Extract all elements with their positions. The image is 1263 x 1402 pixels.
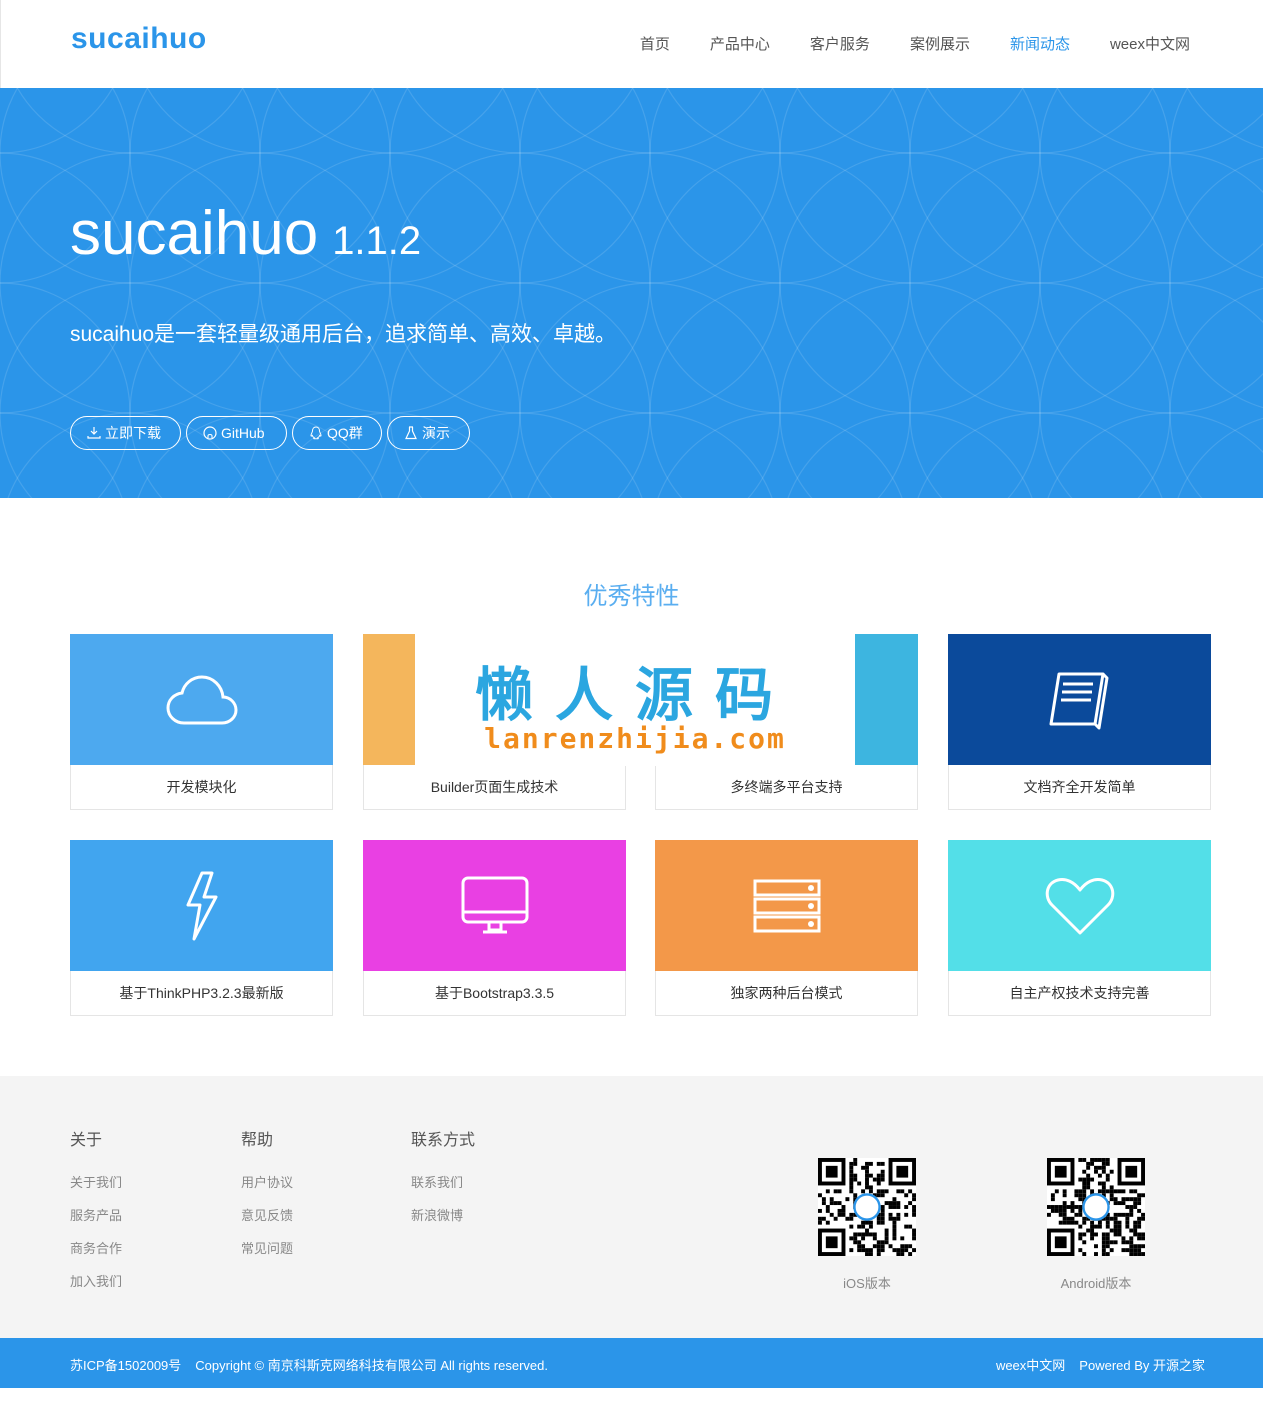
features-title: 优秀特性 (583, 583, 680, 610)
feature-card-banner (655, 840, 918, 971)
github-button[interactable]: GitHub (186, 416, 287, 450)
flask-icon (405, 426, 417, 440)
hero-version: 1.1.2 (332, 219, 422, 263)
feature-card-label: 独家两种后台模式 (730, 985, 843, 1001)
footer-about-title: 关于 (70, 1132, 103, 1149)
qq-group-button[interactable]: QQ群 (292, 416, 382, 450)
nav-cases[interactable]: 案例展示 (910, 33, 970, 54)
nav-products[interactable]: 产品中心 (710, 33, 770, 54)
cloud-icon (165, 674, 238, 724)
feature-card-banner (948, 840, 1211, 971)
watermark-domain: lanrenzhijia.com (484, 722, 786, 755)
footer-link-weibo[interactable]: 新浪微博 (411, 1205, 475, 1224)
github-button-label: GitHub (221, 425, 265, 441)
feature-card[interactable]: 独家两种后台模式 (655, 840, 918, 1016)
footer-link-agreement[interactable]: 用户协议 (241, 1172, 293, 1191)
feature-card-banner (70, 634, 333, 765)
feature-card-label: 自主产权技术支持完善 (1009, 985, 1150, 1001)
hero-subtitle: sucaihuo是一套轻量级通用后台，追求简单、高效、卓越。 (70, 323, 617, 346)
feature-card-label: 基于Bootstrap3.3.5 (434, 985, 555, 1001)
footer-link-feedback[interactable]: 意见反馈 (241, 1205, 293, 1224)
qr-android: Android版本 (1046, 1158, 1146, 1292)
footer-link-services[interactable]: 服务产品 (70, 1205, 122, 1224)
demo-button[interactable]: 演示 (387, 416, 470, 450)
nav-weex[interactable]: weex中文网 (1110, 33, 1190, 54)
footer-help-column: 帮助 用户协议 意见反馈 常见问题 (241, 1126, 293, 1271)
feature-card-label: 基于ThinkPHP3.2.3最新版 (119, 985, 284, 1001)
feature-card-banner (948, 634, 1211, 765)
feature-card[interactable]: 文档齐全开发简单 (948, 634, 1211, 810)
hero-title: sucaihuo 1.1.2 (70, 198, 421, 269)
qr-ios-caption: iOS版本 (843, 1276, 891, 1291)
book-icon (1049, 672, 1108, 729)
server-icon (753, 879, 820, 932)
footer-link-faq[interactable]: 常见问题 (241, 1238, 293, 1257)
footer-link-business[interactable]: 商务合作 (70, 1238, 122, 1257)
heart-icon (1045, 877, 1114, 934)
ios-qr-code[interactable] (818, 1158, 916, 1256)
qr-ios: iOS版本 (817, 1158, 917, 1292)
feature-card[interactable]: 自主产权技术支持完善 (948, 840, 1211, 1016)
feature-card-label: Builder页面生成技术 (430, 779, 559, 795)
footer-link-join[interactable]: 加入我们 (70, 1271, 122, 1290)
feature-card[interactable]: 开发模块化 (70, 634, 333, 810)
nav-service[interactable]: 客户服务 (810, 33, 870, 54)
footer-contact-title: 联系方式 (411, 1132, 476, 1149)
feature-card-label: 开发模块化 (166, 779, 237, 795)
download-button-label: 立即下载 (105, 425, 161, 441)
download-button[interactable]: 立即下载 (70, 416, 181, 450)
hero-banner: sucaihuo 1.1.2 sucaihuo是一套轻量级通用后台，追求简单、高效… (0, 88, 1263, 498)
feature-card-banner (70, 840, 333, 971)
main-nav: 首页 产品中心 客户服务 案例展示 新闻动态 weex中文网 (600, 33, 1190, 54)
copyright-text: Copyright © 南京科斯克网络科技有限公司 All rights res… (195, 1358, 548, 1373)
site-header: sucaihuo 首页 产品中心 客户服务 案例展示 新闻动态 weex中文网 (0, 0, 1263, 88)
android-qr-code[interactable] (1047, 1158, 1145, 1256)
icp-number: 苏ICP备1502009号 (70, 1358, 182, 1373)
feature-card[interactable]: 基于Bootstrap3.3.5 (363, 840, 626, 1016)
feature-card-label: 文档齐全开发简单 (1023, 779, 1136, 795)
hero-buttons: 立即下载 GitHub QQ群 演示 (70, 416, 475, 450)
site-footer: 关于 关于我们 服务产品 商务合作 加入我们 帮助 用户协议 意见反馈 常见问题… (0, 1076, 1263, 1338)
monitor-icon (461, 876, 528, 933)
site-logo[interactable]: sucaihuo (71, 22, 207, 56)
qq-icon (310, 426, 322, 440)
footer-contact-column: 联系方式 联系我们 新浪微博 (411, 1126, 475, 1238)
qr-android-caption: Android版本 (1060, 1276, 1132, 1291)
feature-card-label: 多终端多平台支持 (730, 779, 843, 795)
nav-news[interactable]: 新闻动态 (1010, 33, 1070, 54)
bottom-link-weex[interactable]: weex中文网 (996, 1358, 1065, 1373)
qq-group-button-label: QQ群 (327, 425, 363, 441)
download-icon (87, 427, 101, 439)
footer-bottom-bar: 苏ICP备1502009号 Copyright © 南京科斯克网络科技有限公司 A… (0, 1338, 1263, 1388)
watermark-overlay: 懒人源码 lanrenzhijia.com (415, 634, 855, 766)
lightning-icon (186, 871, 217, 940)
nav-home[interactable]: 首页 (640, 33, 670, 54)
github-icon (203, 426, 217, 440)
footer-help-title: 帮助 (241, 1132, 274, 1149)
footer-link-contact[interactable]: 联系我们 (411, 1172, 475, 1191)
bottom-link-powered[interactable]: Powered By 开源之家 (1079, 1358, 1205, 1373)
feature-card[interactable]: 基于ThinkPHP3.2.3最新版 (70, 840, 333, 1016)
demo-button-label: 演示 (422, 425, 450, 441)
feature-card-banner (363, 840, 626, 971)
hero-product-name: sucaihuo (70, 199, 319, 268)
footer-about-column: 关于 关于我们 服务产品 商务合作 加入我们 (70, 1126, 122, 1304)
watermark-chinese: 懒人源码 (474, 661, 795, 729)
footer-link-about-us[interactable]: 关于我们 (70, 1172, 122, 1191)
